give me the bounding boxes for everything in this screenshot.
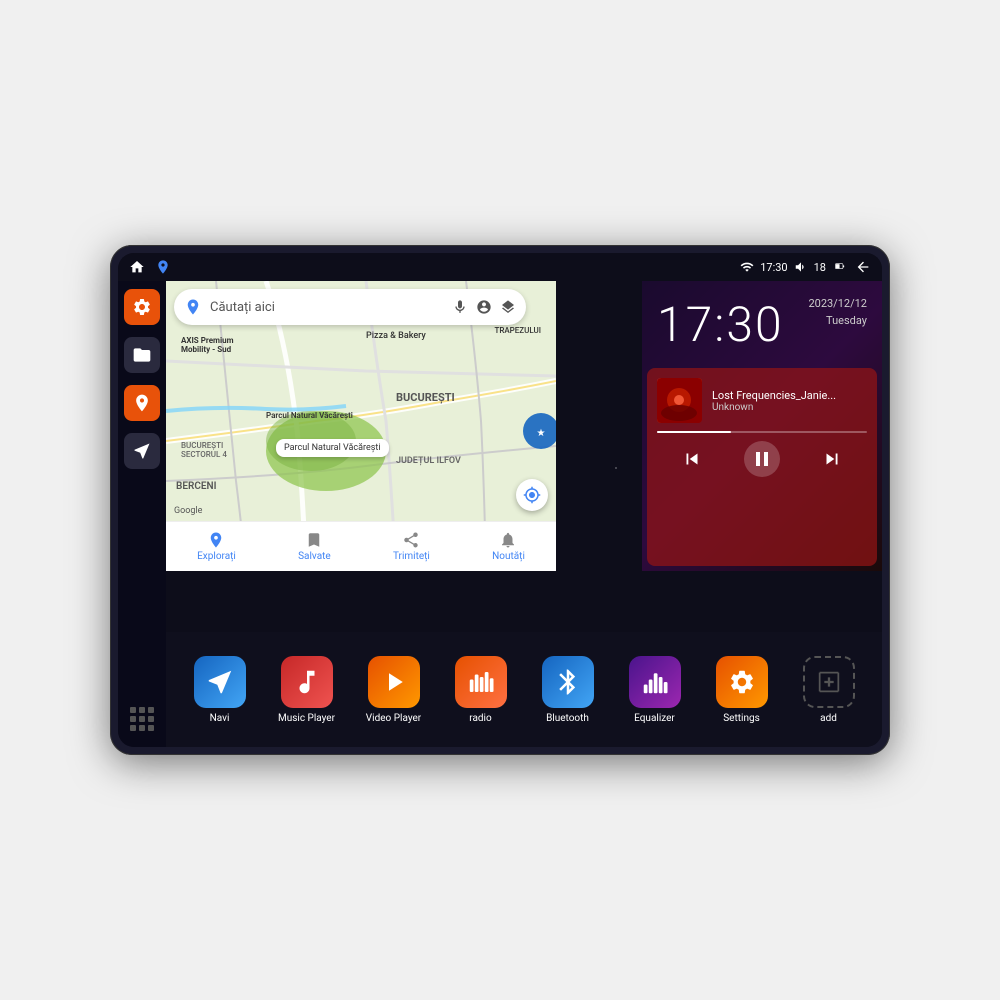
maps-status-icon[interactable] [154,258,172,276]
add-app-icon [803,656,855,708]
sidebar-files-icon[interactable] [124,337,160,373]
map-label-axis: AXIS PremiumMobility - Sud [181,336,234,354]
bluetooth-label: Bluetooth [546,713,589,724]
map-label-park: Parcul Natural Văcărești [266,411,353,420]
app-add[interactable]: add [796,656,861,724]
video-player-icon [368,656,420,708]
map-explore-btn[interactable]: Explorați [197,531,236,562]
app-settings[interactable]: Settings [709,656,774,724]
map-container[interactable]: ★ AXIS PremiumMobility - Sud Pizza & Bak… [166,281,556,571]
right-panel: 17:30 2023/12/12 Tuesday [642,281,882,571]
svg-text:★: ★ [537,428,546,439]
map-label-ilfov: JUDEȚUL ILFOV [396,456,461,466]
day-str: Tuesday [808,313,867,330]
track-artist: Unknown [712,402,867,413]
map-label-buc: BUCUREȘTI [396,391,455,404]
layers-icon[interactable] [500,299,516,315]
google-logo: Google [174,506,202,516]
sidebar [118,281,166,747]
map-news-btn[interactable]: Noutăți [492,531,525,562]
main-content: ★ AXIS PremiumMobility - Sud Pizza & Bak… [118,281,882,747]
time-display: 17:30 [760,261,787,274]
status-left [128,258,172,276]
saved-label: Salvate [298,551,331,562]
home-icon[interactable] [128,258,146,276]
clock-section: 17:30 2023/12/12 Tuesday [642,281,882,363]
device-screen: 17:30 18 [118,253,882,747]
share-label: Trimiteți [393,551,430,562]
map-label-sector4: BUCUREȘTISECTORUL 4 [181,441,227,459]
prev-button[interactable] [674,441,710,477]
map-search-bar[interactable]: Căutați aici [174,289,526,325]
map-search-text: Căutați aici [210,300,444,315]
my-location-fab[interactable] [516,479,548,511]
pause-button[interactable] [744,441,780,477]
equalizer-icon [629,656,681,708]
music-controls [657,441,867,477]
radio-icon [455,656,507,708]
app-video-player[interactable]: Video Player [361,656,426,724]
date-str: 2023/12/12 [808,296,867,313]
map-share-btn[interactable]: Trimiteți [393,531,430,562]
battery-level: 18 [814,261,826,274]
settings-label: Settings [723,713,760,724]
sidebar-navigation-icon[interactable] [124,433,160,469]
map-label-pizza: Pizza & Bakery [366,331,426,341]
mic-icon[interactable] [452,299,468,315]
app-grid: Navi Music Player Video Player [166,632,882,747]
google-maps-logo [184,298,202,316]
clock-date: 2023/12/12 Tuesday [808,296,867,329]
settings-app-icon [716,656,768,708]
music-section[interactable]: Lost Frequencies_Janie... Unknown [647,368,877,566]
next-button[interactable] [814,441,850,477]
app-music-player[interactable]: Music Player [274,656,339,724]
map-label-trap: TRAPEZULUI [494,326,541,335]
equalizer-label: Equalizer [634,713,675,724]
clock-time: 17:30 [657,296,784,353]
news-label: Noutăți [492,551,525,562]
sidebar-maps-icon[interactable] [124,385,160,421]
app-radio[interactable]: radio [448,656,513,724]
progress-bar[interactable] [657,431,867,433]
status-bar: 17:30 18 [118,253,882,281]
status-right: 17:30 18 [740,258,872,276]
album-art [657,378,702,423]
back-icon[interactable] [854,258,872,276]
map-bottom-bar: Explorați Salvate Trimiteți Noutăți [166,521,556,571]
music-player-label: Music Player [278,713,335,724]
music-player-icon [281,656,333,708]
sidebar-settings-icon[interactable] [124,289,160,325]
video-player-label: Video Player [366,713,421,724]
map-background: ★ AXIS PremiumMobility - Sud Pizza & Bak… [166,281,556,571]
app-navi[interactable]: Navi [187,656,252,724]
map-saved-btn[interactable]: Salvate [298,531,331,562]
add-label: add [820,713,837,724]
navi-label: Navi [210,713,230,724]
app-equalizer[interactable]: Equalizer [622,656,687,724]
radio-label: radio [469,713,491,724]
music-track-info: Lost Frequencies_Janie... Unknown [657,378,867,423]
navi-icon [194,656,246,708]
account-icon[interactable] [476,299,492,315]
map-park-card: Parcul Natural Văcărești [276,439,389,457]
progress-fill [657,431,731,433]
app-grid-button[interactable] [118,707,166,739]
device: 17:30 18 [110,245,890,755]
app-bluetooth[interactable]: Bluetooth [535,656,600,724]
track-details: Lost Frequencies_Janie... Unknown [712,389,867,413]
bluetooth-icon [542,656,594,708]
map-label-berceni: BERCENI [176,481,216,492]
track-name: Lost Frequencies_Janie... [712,389,867,402]
explore-label: Explorați [197,551,236,562]
